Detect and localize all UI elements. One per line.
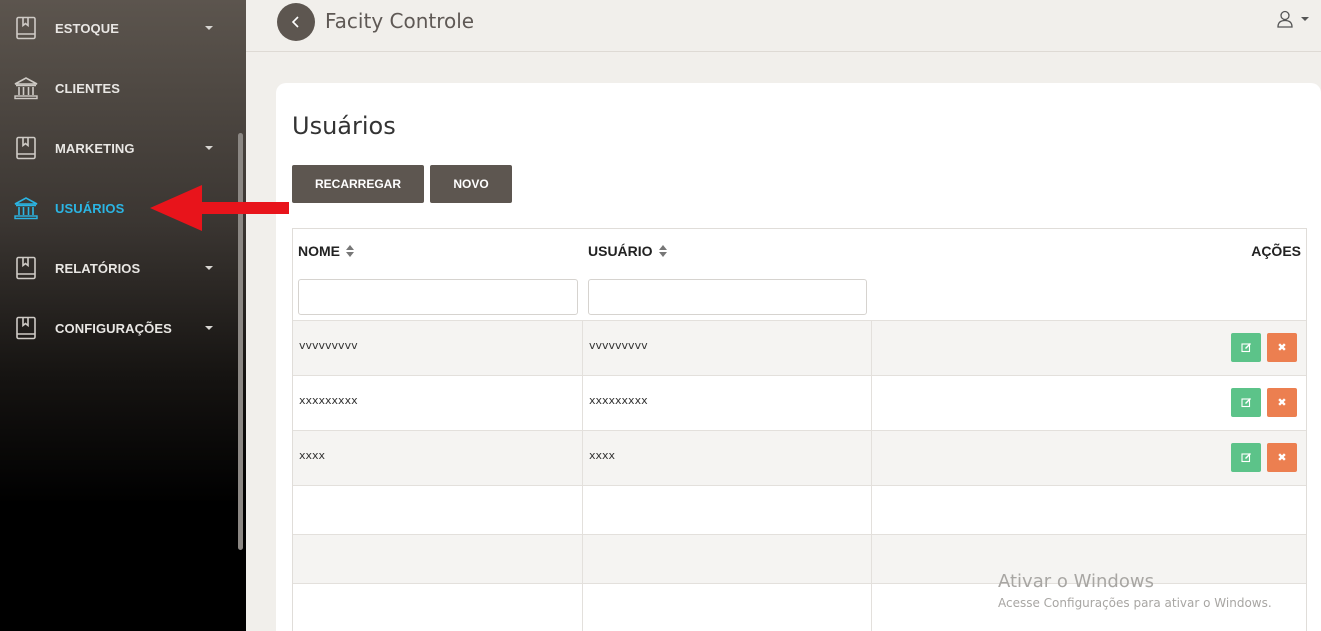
chevron-down-icon	[205, 26, 213, 30]
table-cell: vvvvvvvvv	[293, 321, 583, 375]
close-icon: ✖	[1277, 342, 1287, 354]
sort-icon	[658, 245, 667, 257]
bank-icon	[13, 195, 39, 221]
table-row: xxxx xxxx ✖	[293, 430, 1306, 485]
sidebar-item-label: USUÁRIOS	[55, 200, 125, 216]
watermark-subtitle: Acesse Configurações para ativar o Windo…	[998, 596, 1272, 610]
cell-usuario: xxxxxxxxx	[589, 394, 648, 407]
nome-filter-input[interactable]	[298, 279, 578, 315]
chevron-left-icon	[291, 16, 299, 28]
table-cell: xxxx	[293, 431, 583, 485]
edit-icon	[1240, 398, 1251, 408]
reload-button[interactable]: RECARREGAR	[292, 165, 424, 203]
new-button[interactable]: NOVO	[430, 165, 512, 203]
annotation-arrow-icon	[150, 185, 289, 231]
column-header-usuario[interactable]: USUÁRIO	[588, 243, 667, 259]
app-title: Facity Controle	[325, 9, 475, 33]
book-icon	[13, 135, 39, 161]
sidebar-item-marketing[interactable]: MARKETING	[0, 118, 246, 178]
sidebar-item-label: RELATÓRIOS	[55, 260, 141, 276]
cell-usuario: xxxx	[589, 449, 616, 462]
chevron-down-icon	[205, 146, 213, 150]
edit-button[interactable]	[1231, 388, 1261, 417]
windows-activation-watermark: Ativar o Windows Acesse Configurações pa…	[998, 571, 1272, 610]
edit-button[interactable]	[1231, 443, 1261, 472]
table-cell: xxxxxxxxx	[583, 376, 872, 430]
cell-nome: xxxxxxxxx	[299, 394, 358, 407]
usuario-filter-input[interactable]	[588, 279, 867, 315]
table-cell: xxxxxxxxx	[293, 376, 583, 430]
delete-button[interactable]: ✖	[1267, 388, 1297, 417]
table-row: vvvvvvvvv vvvvvvvvv ✖	[293, 320, 1306, 375]
user-icon	[1277, 10, 1293, 28]
sidebar-item-label: CONFIGURAÇÕES	[55, 320, 172, 336]
caret-down-icon	[1301, 17, 1309, 21]
table-cell: xxxx	[583, 431, 872, 485]
book-icon	[13, 255, 39, 281]
sidebar-item-configuracoes[interactable]: CONFIGURAÇÕES	[0, 298, 246, 358]
chevron-down-icon	[205, 266, 213, 270]
back-button[interactable]	[277, 3, 315, 41]
bank-icon	[13, 75, 39, 101]
cell-nome: xxxx	[299, 449, 326, 462]
column-header-acoes: AÇÕES	[1251, 243, 1301, 259]
delete-button[interactable]: ✖	[1267, 443, 1297, 472]
table-cell: vvvvvvvvv	[583, 321, 872, 375]
edit-button[interactable]	[1231, 333, 1261, 362]
sidebar-item-relatorios[interactable]: RELATÓRIOS	[0, 238, 246, 298]
delete-button[interactable]: ✖	[1267, 333, 1297, 362]
user-menu[interactable]	[1277, 10, 1309, 28]
sidebar-item-label: ESTOQUE	[55, 20, 120, 36]
column-header-nome[interactable]: NOME	[298, 243, 354, 259]
edit-icon	[1240, 453, 1251, 463]
page-title: Usuários	[292, 112, 396, 140]
table-row: xxxxxxxxx xxxxxxxxx ✖	[293, 375, 1306, 430]
cell-nome: vvvvvvvvv	[299, 339, 358, 352]
close-icon: ✖	[1277, 452, 1287, 464]
book-icon	[13, 315, 39, 341]
book-icon	[13, 15, 39, 41]
sidebar: ESTOQUE CLIENTES MARKETING USUÁRIOS RELA…	[0, 0, 246, 631]
top-bar: Facity Controle	[246, 0, 1321, 52]
edit-icon	[1240, 343, 1251, 353]
chevron-down-icon	[205, 326, 213, 330]
main-card: Usuários RECARREGAR NOVO NOME USUÁRIO AÇ…	[276, 83, 1321, 631]
sort-icon	[346, 245, 354, 257]
sidebar-item-clientes[interactable]: CLIENTES	[0, 58, 246, 118]
sidebar-item-label: CLIENTES	[55, 80, 121, 96]
table-row-empty	[293, 485, 1306, 534]
watermark-title: Ativar o Windows	[998, 571, 1154, 592]
sidebar-item-estoque[interactable]: ESTOQUE	[0, 0, 246, 58]
close-icon: ✖	[1277, 397, 1287, 409]
cell-usuario: vvvvvvvvv	[589, 339, 648, 352]
sidebar-item-label: MARKETING	[55, 140, 135, 156]
